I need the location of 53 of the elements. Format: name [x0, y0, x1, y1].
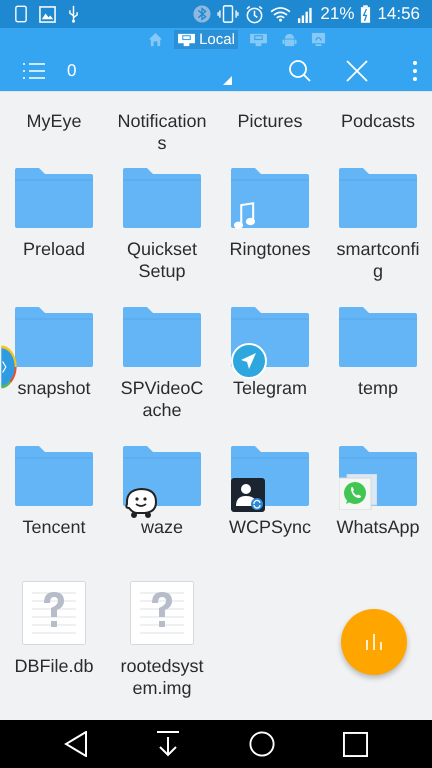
- battery-percent: 21%: [320, 4, 354, 24]
- folder-name[interactable]: temp: [358, 377, 398, 400]
- image-icon: [39, 6, 56, 23]
- folder-name[interactable]: Telegram: [232, 377, 308, 400]
- search-icon[interactable]: [288, 58, 312, 83]
- folder-name[interactable]: WhatsApp: [336, 516, 420, 538]
- clock: 14:56: [377, 4, 420, 24]
- bar-chart-icon: [364, 632, 384, 652]
- back-icon[interactable]: [64, 731, 88, 758]
- close-icon[interactable]: [346, 60, 368, 82]
- home-icon: [148, 32, 164, 47]
- alarm-icon: [245, 4, 264, 24]
- signal-icon: [297, 6, 314, 23]
- unknown-file-icon[interactable]: [22, 581, 86, 646]
- wifi-icon: [270, 6, 292, 22]
- folder-name[interactable]: Pictures: [237, 110, 303, 132]
- folder-name[interactable]: waze: [140, 516, 184, 538]
- selected-count: 0: [67, 60, 76, 81]
- unknown-file-icon[interactable]: [130, 581, 194, 646]
- floating-bubble-icon[interactable]: [0, 345, 17, 390]
- storage-icon: [248, 32, 268, 47]
- vibrate-icon: [217, 5, 240, 24]
- whatsapp-icon: [339, 474, 377, 510]
- file-name[interactable]: DBFile.db: [14, 655, 94, 678]
- folder-name[interactable]: smartconfig: [333, 238, 423, 282]
- paper-plane-icon: [231, 343, 267, 380]
- smiley-bubble-icon: [123, 486, 159, 520]
- usb-icon: [68, 5, 79, 24]
- recents-icon[interactable]: [342, 732, 368, 757]
- file-name[interactable]: rootedsystem.img: [117, 655, 207, 700]
- storage-icon: [177, 32, 196, 47]
- analysis-button[interactable]: [341, 609, 407, 676]
- folder-name[interactable]: Notifications: [117, 110, 207, 154]
- folder-name[interactable]: Preload: [22, 238, 86, 260]
- corner-triangle-icon: [223, 76, 232, 86]
- bluetooth-icon: [193, 5, 212, 24]
- home-icon[interactable]: [248, 731, 275, 758]
- person-sync-icon: [231, 478, 265, 512]
- battery-charging-icon: [360, 4, 372, 24]
- download-arrow-icon[interactable]: [156, 731, 180, 758]
- android-icon: [282, 32, 297, 47]
- folder-name[interactable]: WCPSync: [228, 516, 311, 538]
- menu-icon[interactable]: [22, 60, 46, 81]
- folder-name[interactable]: Podcasts: [340, 110, 416, 132]
- phone-icon: [15, 5, 27, 24]
- folder-name[interactable]: MyEye: [26, 110, 82, 132]
- more-icon[interactable]: [412, 60, 418, 82]
- folder-name[interactable]: SPVideoCache: [117, 377, 207, 422]
- folder-name[interactable]: Ringtones: [229, 238, 311, 260]
- folder-name[interactable]: snapshot: [17, 377, 91, 400]
- network-icon: [310, 32, 326, 47]
- folder-name[interactable]: Quickset Setup: [117, 238, 207, 282]
- folder-name[interactable]: Tencent: [22, 516, 86, 538]
